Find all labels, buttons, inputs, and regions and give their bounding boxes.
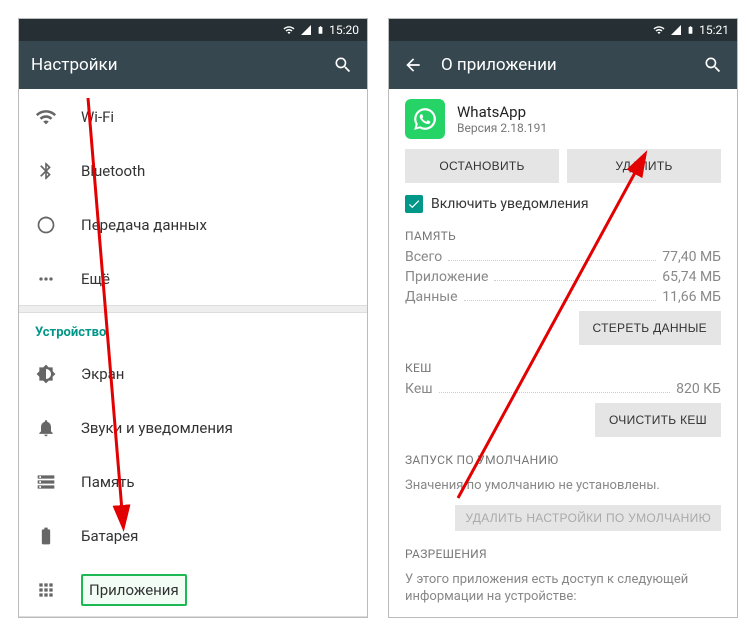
search-icon [333,55,353,75]
battery-icon [316,23,325,37]
phone-app-info: 15:21 О приложении WhatsApp Версия 2.18.… [388,18,738,618]
settings-item-sound[interactable]: Звуки и уведомления [19,400,367,454]
display-icon [35,363,57,385]
signal-icon [670,24,682,36]
settings-item-storage[interactable]: Память [19,454,367,508]
settings-item-battery[interactable]: Батарея [19,508,367,562]
cache-row: Кеш820 КБ [389,379,737,399]
status-bar: 15:21 [389,19,737,41]
apps-highlight: Приложения [81,574,187,606]
wifi-icon [652,24,666,36]
wifi-icon [35,106,57,128]
section-memory: ПАМЯТЬ [389,221,737,247]
launch-note: Значения по умолчанию не установлены. [389,471,737,501]
app-version: Версия 2.18.191 [457,121,547,135]
apps-icon [35,579,57,601]
item-label: Приложения [89,581,179,599]
page-title: Настройки [31,55,315,75]
settings-item-more[interactable]: Ещё [19,251,367,305]
app-bar: Настройки [19,41,367,89]
clear-data-button[interactable]: СТЕРЕТЬ ДАННЫЕ [579,311,721,345]
status-time: 15:20 [329,23,359,37]
status-time: 15:21 [699,23,729,37]
data-icon [35,214,57,236]
app-header: WhatsApp Версия 2.18.191 [389,89,737,149]
page-title: О приложении [441,55,685,75]
settings-item-bluetooth[interactable]: Bluetooth [19,143,367,197]
notifications-toggle[interactable]: Включить уведомления [389,191,737,221]
search-icon [703,55,723,75]
item-label: Передача данных [81,216,207,234]
settings-item-data[interactable]: Передача данных [19,197,367,251]
bell-icon [35,417,57,439]
arrow-back-icon [403,55,423,75]
section-header-device: Устройство [19,313,367,346]
signal-icon [300,24,312,36]
delete-button[interactable]: УДАЛИТЬ [567,149,721,183]
section-launch: ЗАПУСК ПО УМОЛЧАНИЮ [389,445,737,471]
item-label: Память [81,473,135,491]
bluetooth-icon [35,160,57,182]
clear-cache-button[interactable]: ОЧИСТИТЬ КЕШ [595,403,721,437]
checkbox-checked-icon [405,195,423,213]
stop-button[interactable]: ОСТАНОВИТЬ [405,149,559,183]
section-divider [19,305,367,313]
search-button[interactable] [701,53,725,77]
action-buttons: ОСТАНОВИТЬ УДАЛИТЬ [389,149,737,191]
settings-item-wifi[interactable]: Wi-Fi [19,89,367,143]
app-bar: О приложении [389,41,737,89]
item-label: Wi-Fi [81,108,114,126]
settings-item-apps[interactable]: Приложения [19,562,367,616]
notifications-label: Включить уведомления [431,196,589,212]
mem-total: Всего77,40 МБ [389,247,737,267]
section-cache: КЕШ [389,353,737,379]
search-button[interactable] [331,53,355,77]
mem-app: Приложение65,74 МБ [389,267,737,287]
item-label: Экран [81,365,124,383]
app-info-content: WhatsApp Версия 2.18.191 ОСТАНОВИТЬ УДАЛ… [389,89,737,617]
section-permissions: РАЗРЕШЕНИЯ [389,539,737,565]
storage-icon [35,471,57,493]
battery-icon [35,525,57,547]
item-label: Звуки и уведомления [81,419,233,437]
app-name: WhatsApp [457,103,547,121]
item-label: Батарея [81,527,138,545]
permissions-note: У этого приложения есть доступ к следующ… [389,565,737,612]
item-label: Ещё [81,270,110,288]
settings-list: Wi-Fi Bluetooth Передача данных Ещё Устр… [19,89,367,617]
app-text: WhatsApp Версия 2.18.191 [457,103,547,135]
back-button[interactable] [401,53,425,77]
section-divider [19,616,367,617]
status-bar: 15:20 [19,19,367,41]
more-icon [35,268,57,290]
whatsapp-icon [405,99,445,139]
battery-icon [686,23,695,37]
mem-data: Данные11,66 МБ [389,287,737,307]
item-label: Bluetooth [81,162,145,180]
wifi-icon [282,24,296,36]
clear-defaults-button: УДАЛИТЬ НАСТРОЙКИ ПО УМОЛЧАНИЮ [455,505,721,531]
phone-settings: 15:20 Настройки Wi-Fi Bluetooth Передача… [18,18,368,618]
settings-item-display[interactable]: Экран [19,346,367,400]
